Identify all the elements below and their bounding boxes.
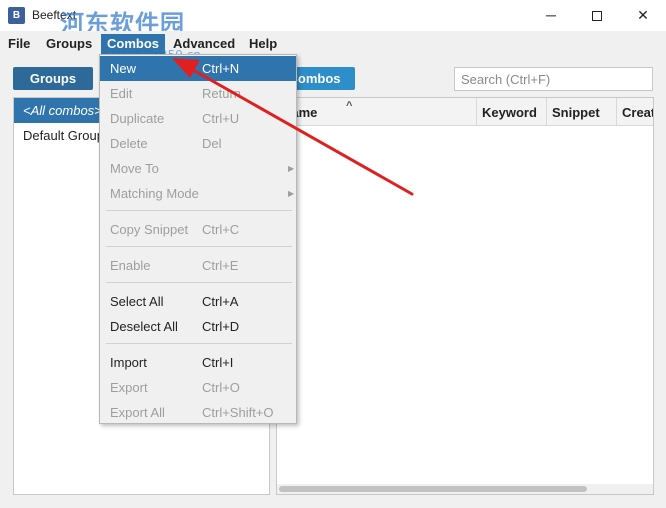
column-snippet[interactable]: Snippet xyxy=(547,98,617,126)
close-button[interactable]: ✕ xyxy=(620,0,666,31)
table-header: Name ^ Keyword Snippet Creat xyxy=(277,98,653,126)
menu-item-move-to[interactable]: Move To ▶ xyxy=(100,156,296,181)
menu-groups[interactable]: Groups xyxy=(40,34,98,54)
column-keyword[interactable]: Keyword xyxy=(477,98,547,126)
column-created[interactable]: Creat xyxy=(617,98,653,126)
menu-item-select-all[interactable]: Select All Ctrl+A xyxy=(100,289,296,314)
sort-ascending-icon: ^ xyxy=(346,100,353,112)
menu-file[interactable]: File xyxy=(2,34,36,54)
search-input[interactable] xyxy=(454,67,653,91)
menu-help[interactable]: Help xyxy=(243,34,283,54)
horizontal-scrollbar[interactable] xyxy=(277,484,653,494)
app-icon: B xyxy=(8,7,25,24)
combos-table: Name ^ Keyword Snippet Creat xyxy=(276,97,654,495)
menu-item-import[interactable]: Import Ctrl+I xyxy=(100,350,296,375)
menu-item-duplicate[interactable]: Duplicate Ctrl+U xyxy=(100,106,296,131)
menu-item-export[interactable]: Export Ctrl+O xyxy=(100,375,296,400)
title-bar: B Beeftext 河东软件园 ─ ✕ xyxy=(0,0,666,38)
menu-separator xyxy=(106,246,292,247)
menu-item-new[interactable]: New Ctrl+N xyxy=(100,56,296,81)
minimize-button[interactable]: ─ xyxy=(528,0,574,31)
chevron-right-icon: ▶ xyxy=(288,164,295,173)
menu-separator xyxy=(106,210,292,211)
menu-bar: File Groups Combos Advanced Help xyxy=(0,31,666,55)
menu-item-export-all[interactable]: Export All Ctrl+Shift+O xyxy=(100,400,296,425)
combos-menu: New Ctrl+N Edit Return Duplicate Ctrl+U … xyxy=(99,54,297,424)
column-name[interactable]: Name ^ xyxy=(277,98,477,126)
maximize-button[interactable] xyxy=(574,0,620,31)
menu-separator xyxy=(106,282,292,283)
menu-item-delete[interactable]: Delete Del xyxy=(100,131,296,156)
menu-item-deselect-all[interactable]: Deselect All Ctrl+D xyxy=(100,314,296,339)
scrollbar-thumb[interactable] xyxy=(279,486,587,492)
menu-item-matching-mode[interactable]: Matching Mode ▶ xyxy=(100,181,296,206)
groups-button[interactable]: Groups xyxy=(13,67,93,90)
maximize-icon xyxy=(592,11,602,22)
menu-item-edit[interactable]: Edit Return xyxy=(100,81,296,106)
menu-item-enable[interactable]: Enable Ctrl+E xyxy=(100,253,296,278)
menu-separator xyxy=(106,343,292,344)
menu-item-copy-snippet[interactable]: Copy Snippet Ctrl+C xyxy=(100,217,296,242)
chevron-right-icon: ▶ xyxy=(288,189,295,198)
